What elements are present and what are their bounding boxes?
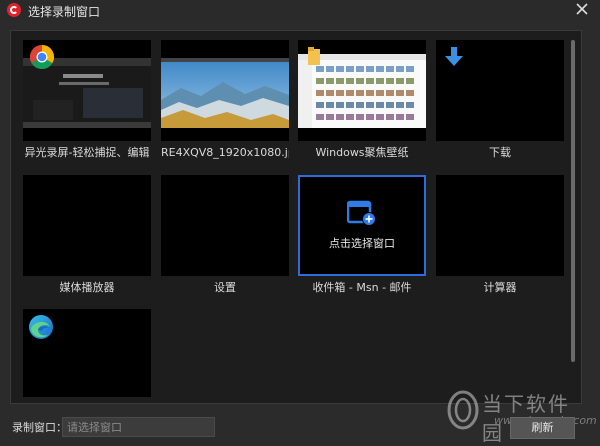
download-arrow-icon: [445, 47, 463, 66]
close-button[interactable]: [572, 0, 592, 20]
folder-icon: [308, 47, 320, 65]
close-icon: [576, 3, 588, 15]
select-window-hint: 点击选择窗口: [329, 237, 395, 250]
window-caption: 下载: [489, 146, 511, 159]
window-caption: 计算器: [483, 281, 517, 294]
chrome-icon: [29, 44, 55, 70]
window-tile[interactable]: 媒体播放器: [23, 175, 151, 294]
window-tile-selected[interactable]: 点击选择窗口 收件箱 - Msn - 邮件: [298, 175, 426, 294]
window-tile[interactable]: 异光录屏-轻松捕捉、编辑: [23, 40, 151, 159]
title-bar: 选择录制窗口: [0, 0, 600, 20]
window-tile[interactable]: 计算器: [436, 175, 564, 294]
window-caption: 异光录屏-轻松捕捉、编辑: [24, 146, 150, 159]
watermark-logo-icon: [447, 390, 479, 430]
window-caption: 设置: [214, 281, 236, 294]
window-thumbnail: 点击选择窗口: [298, 175, 426, 276]
window-caption: 媒体播放器: [59, 281, 115, 294]
window-caption: RE4XQV8_1920x1080.jpg - 照: [161, 146, 289, 159]
window-thumbnail: [436, 175, 564, 276]
window-tile[interactable]: Windows聚焦壁纸: [298, 40, 426, 159]
window-thumbnail: [298, 40, 426, 141]
window-title: 选择录制窗口: [28, 5, 101, 19]
app-logo-icon: [7, 3, 21, 17]
refresh-button[interactable]: 刷新: [510, 417, 575, 439]
window-tile[interactable]: 设置: [161, 175, 289, 294]
window-tile[interactable]: 下载: [436, 40, 564, 159]
window-thumbnail: [23, 309, 151, 397]
window-tile[interactable]: [23, 309, 151, 397]
window-caption: 收件箱 - Msn - 邮件: [312, 281, 412, 294]
window-thumbnail: [23, 175, 151, 276]
window-thumbnail: [436, 40, 564, 141]
window-tile[interactable]: RE4XQV8_1920x1080.jpg - 照: [161, 40, 289, 159]
scrollbar[interactable]: [571, 40, 575, 362]
window-thumbnail: [161, 40, 289, 141]
record-window-label: 录制窗口：: [12, 421, 67, 434]
window-thumbnail: [23, 40, 151, 141]
edge-icon: [29, 315, 53, 339]
window-thumbnail: [161, 175, 289, 276]
window-input[interactable]: [62, 417, 215, 437]
window-caption: Windows聚焦壁纸: [315, 146, 409, 159]
select-window-icon: [347, 200, 376, 226]
